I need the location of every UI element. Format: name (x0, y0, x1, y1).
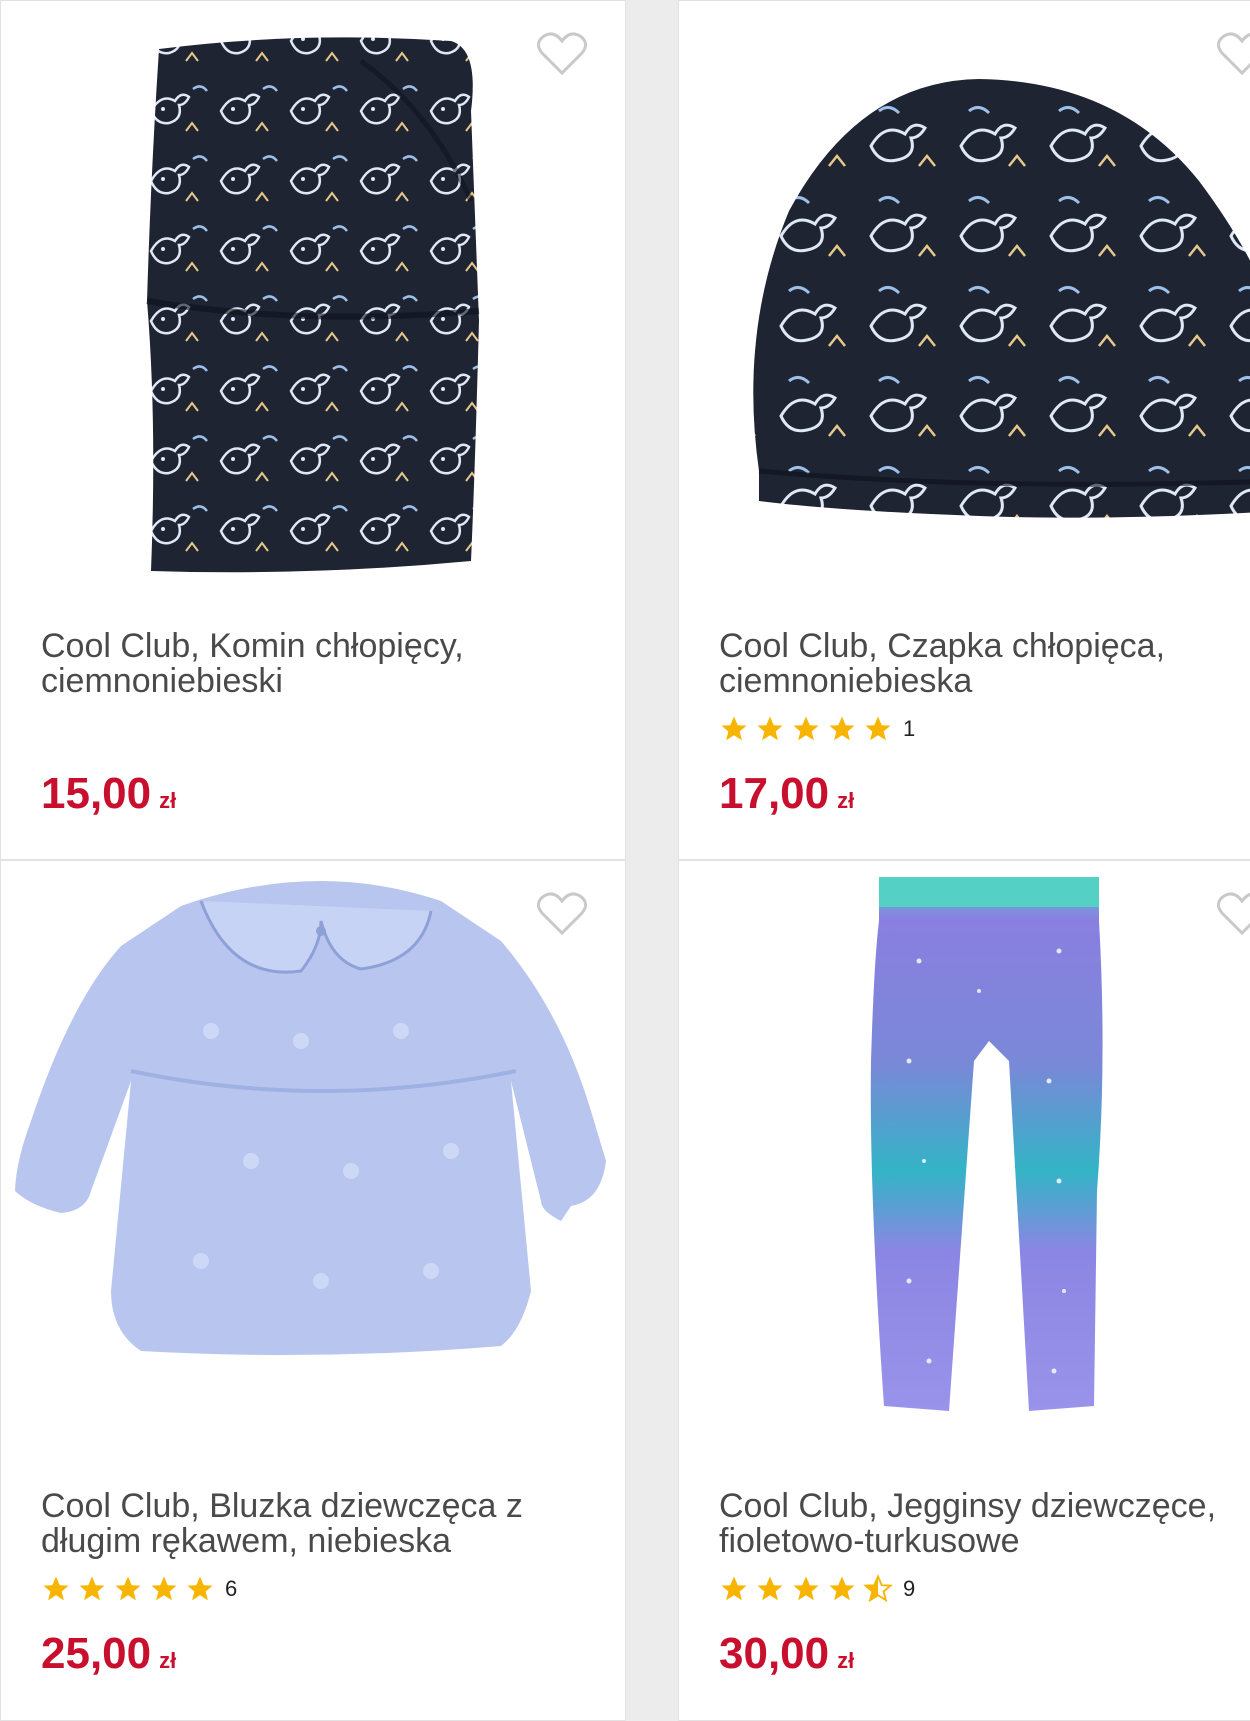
product-price: 30,00 zł (719, 1629, 854, 1679)
product-title[interactable]: Cool Club, Bluzka dziewczęca z długim rę… (41, 1489, 561, 1559)
product-grid: Cool Club, Komin chłopięcy, ciemnoniebie… (0, 0, 1250, 1721)
star-icon (757, 1576, 783, 1601)
star-icon (829, 1576, 855, 1601)
rating-stars: 1 (719, 713, 915, 745)
product-card[interactable]: Cool Club, Bluzka dziewczęca z długim rę… (0, 860, 626, 1721)
price-amount: 30,00 (719, 1629, 830, 1678)
product-card[interactable]: Cool Club, Komin chłopięcy, ciemnoniebie… (0, 0, 626, 860)
heart-icon[interactable] (1216, 31, 1250, 77)
dino-print-beanie-image (753, 79, 1250, 518)
star-icon (151, 1576, 177, 1601)
rating-stars: 6 (41, 1573, 237, 1605)
heart-icon[interactable] (1216, 891, 1250, 937)
star-icon (721, 1576, 747, 1601)
product-price: 17,00 zł (719, 769, 854, 819)
star-half-icon (863, 1574, 893, 1603)
star-icon (757, 716, 783, 741)
price-amount: 15,00 (41, 769, 152, 818)
rating-count: 1 (903, 716, 916, 741)
price-currency: zł (837, 1648, 855, 1673)
product-card[interactable]: Cool Club, Jegginsy dziewczęce, fioletow… (678, 860, 1250, 1721)
star-icon (43, 1576, 69, 1601)
product-image[interactable] (679, 1, 1250, 601)
rating-count: 9 (903, 1576, 916, 1601)
product-title[interactable]: Cool Club, Jegginsy dziewczęce, fioletow… (719, 1489, 1239, 1559)
product-image[interactable] (679, 861, 1250, 1461)
star-icon (793, 716, 819, 741)
star-icon (829, 716, 855, 741)
product-image[interactable] (1, 861, 625, 1461)
price-currency: zł (159, 1648, 177, 1673)
star-icon (187, 1576, 213, 1601)
heart-icon[interactable] (536, 891, 588, 937)
price-amount: 25,00 (41, 1629, 152, 1678)
star-icon (721, 716, 747, 741)
price-currency: zł (837, 788, 855, 813)
star-icon (793, 1576, 819, 1601)
product-title[interactable]: Cool Club, Komin chłopięcy, ciemnoniebie… (41, 629, 561, 699)
product-price: 15,00 zł (41, 769, 176, 819)
product-price: 25,00 zł (41, 1629, 176, 1679)
product-card[interactable]: Cool Club, Czapka chłopięca, ciemnoniebi… (678, 0, 1250, 860)
price-currency: zł (159, 788, 177, 813)
galaxy-leggings-image (870, 877, 1103, 1411)
price-amount: 17,00 (719, 769, 830, 818)
rating-count: 6 (225, 1576, 238, 1601)
star-icon (115, 1576, 141, 1601)
dino-print-snood-image (146, 37, 480, 573)
heart-icon[interactable] (536, 31, 588, 77)
product-image[interactable] (1, 1, 625, 601)
rating-stars: 9 (719, 1573, 915, 1605)
star-icon (865, 716, 891, 741)
blue-blouse-image (15, 881, 606, 1355)
star-icon (79, 1576, 105, 1601)
product-title[interactable]: Cool Club, Czapka chłopięca, ciemnoniebi… (719, 629, 1239, 699)
